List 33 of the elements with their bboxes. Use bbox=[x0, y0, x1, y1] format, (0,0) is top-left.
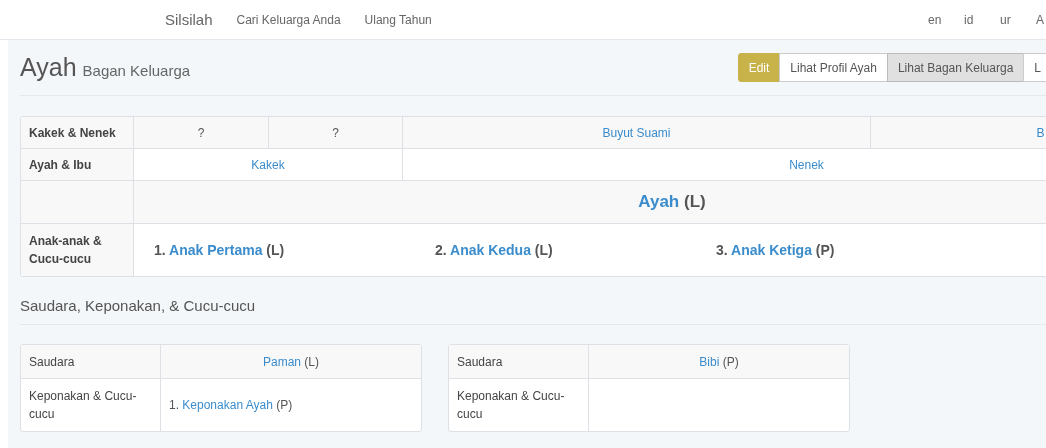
page-title: Ayah bbox=[20, 53, 77, 82]
person-link[interactable]: Nenek bbox=[789, 157, 824, 172]
section-title: Saudara, Keponakan, & Cucu-cucu bbox=[20, 297, 1046, 325]
child-entry: 2. Anak Kedua (L) bbox=[435, 242, 554, 258]
person-link[interactable]: Kakek bbox=[251, 157, 285, 172]
person-link[interactable]: B bbox=[1036, 125, 1045, 140]
language-link[interactable]: ur bbox=[1000, 12, 1012, 27]
child-entry: 1. Keponakan Ayah (P) bbox=[169, 398, 293, 412]
language-link[interactable]: id bbox=[964, 12, 976, 27]
person-name: Ayah (L) bbox=[638, 192, 706, 212]
row-label: Keponakan & Cucu-cucu bbox=[21, 379, 161, 431]
site-brand[interactable]: Silsilah bbox=[165, 11, 213, 28]
row-label: Saudara bbox=[449, 345, 589, 379]
language-link[interactable]: en bbox=[928, 12, 940, 27]
person-name: Bibi (P) bbox=[699, 354, 739, 369]
nav-link[interactable]: Ulang Tahun bbox=[364, 12, 432, 27]
view-button[interactable]: L bbox=[1023, 53, 1046, 82]
child-entry: 3. Anak Ketiga (P) bbox=[716, 242, 836, 258]
nav-link[interactable]: Cari Keluarga Anda bbox=[236, 12, 341, 27]
child-entry: 1. Anak Pertama (L) bbox=[154, 242, 286, 258]
page-subtitle: Bagan Keluarga bbox=[82, 62, 191, 79]
person-link[interactable]: Buyut Suami bbox=[602, 125, 671, 140]
view-button[interactable]: Lihat Profil Ayah bbox=[779, 53, 888, 82]
row-label: Kakek & Nenek bbox=[21, 117, 134, 149]
language-link[interactable]: A bbox=[1036, 12, 1044, 27]
row-label: Keponakan & Cucu-cucu bbox=[449, 379, 589, 431]
row-label: Saudara bbox=[21, 345, 161, 379]
unknown-person: ? bbox=[332, 125, 339, 140]
unknown-person: ? bbox=[197, 125, 205, 140]
person-name: Paman (L) bbox=[263, 354, 319, 369]
row-label: Anak-anak & Cucu-cucu bbox=[21, 224, 134, 276]
view-button[interactable]: Lihat Bagan Keluarga bbox=[886, 53, 1025, 82]
row-label: Ayah & Ibu bbox=[21, 149, 134, 181]
